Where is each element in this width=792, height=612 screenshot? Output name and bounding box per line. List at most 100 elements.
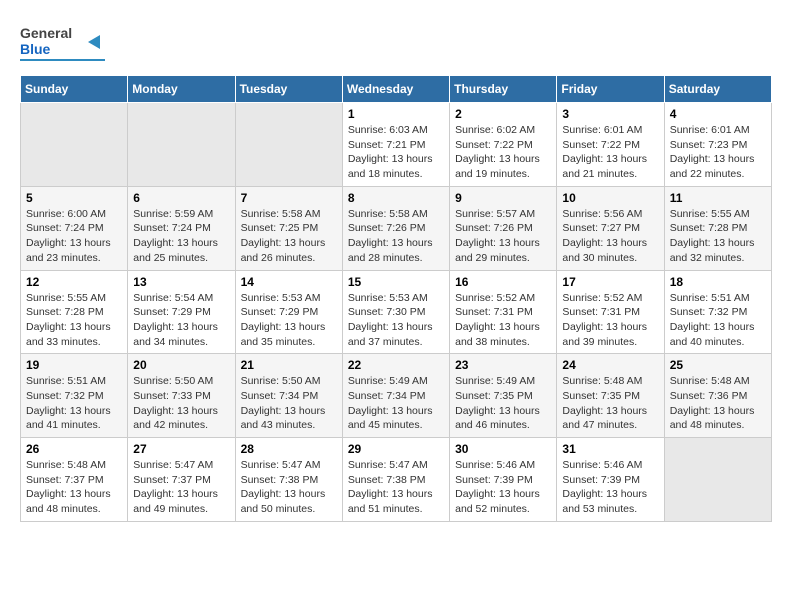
calendar-cell: 23 Sunrise: 5:49 AMSunset: 7:35 PMDayligh…: [450, 354, 557, 438]
day-header-saturday: Saturday: [664, 76, 771, 103]
day-number: 14: [241, 275, 337, 289]
day-info: Sunrise: 5:56 AMSunset: 7:27 PMDaylight:…: [562, 207, 658, 266]
calendar-cell: 29 Sunrise: 5:47 AMSunset: 7:38 PMDayligh…: [342, 438, 449, 522]
day-number: 22: [348, 358, 444, 372]
day-info: Sunrise: 5:50 AMSunset: 7:34 PMDaylight:…: [241, 374, 337, 433]
day-number: 24: [562, 358, 658, 372]
calendar-cell: 10 Sunrise: 5:56 AMSunset: 7:27 PMDayligh…: [557, 186, 664, 270]
day-number: 13: [133, 275, 229, 289]
calendar-cell: 28Sunrise: 5:47 AMSunset: 7:38 PMDayligh…: [235, 438, 342, 522]
calendar-body: 1 Sunrise: 6:03 AMSunset: 7:21 PMDaylight…: [21, 103, 772, 522]
day-info: Sunrise: 5:52 AMSunset: 7:31 PMDaylight:…: [455, 291, 551, 350]
day-number: 15: [348, 275, 444, 289]
week-row: 26Sunrise: 5:48 AMSunset: 7:37 PMDayligh…: [21, 438, 772, 522]
day-info: Sunrise: 6:03 AMSunset: 7:21 PMDaylight:…: [348, 123, 444, 182]
day-number: 20: [133, 358, 229, 372]
calendar-table: SundayMondayTuesdayWednesdayThursdayFrid…: [20, 75, 772, 522]
calendar-cell: 13 Sunrise: 5:54 AMSunset: 7:29 PMDayligh…: [128, 270, 235, 354]
calendar-cell: 9 Sunrise: 5:57 AMSunset: 7:26 PMDaylight…: [450, 186, 557, 270]
day-info: Sunrise: 5:53 AMSunset: 7:29 PMDaylight:…: [241, 291, 337, 350]
day-info: Sunrise: 5:46 AMSunset: 7:39 PMDaylight:…: [562, 458, 658, 517]
calendar-cell: 6 Sunrise: 5:59 AMSunset: 7:24 PMDaylight…: [128, 186, 235, 270]
calendar-cell: 31 Sunrise: 5:46 AMSunset: 7:39 PMDayligh…: [557, 438, 664, 522]
calendar-cell: 20 Sunrise: 5:50 AMSunset: 7:33 PMDayligh…: [128, 354, 235, 438]
calendar-cell: 8 Sunrise: 5:58 AMSunset: 7:26 PMDaylight…: [342, 186, 449, 270]
day-info: Sunrise: 6:00 AMSunset: 7:24 PMDaylight:…: [26, 207, 122, 266]
week-row: 1 Sunrise: 6:03 AMSunset: 7:21 PMDaylight…: [21, 103, 772, 187]
day-info: Sunrise: 5:49 AMSunset: 7:34 PMDaylight:…: [348, 374, 444, 433]
day-header-wednesday: Wednesday: [342, 76, 449, 103]
day-info: Sunrise: 5:57 AMSunset: 7:26 PMDaylight:…: [455, 207, 551, 266]
day-number: 4: [670, 107, 766, 121]
day-info: Sunrise: 5:53 AMSunset: 7:30 PMDaylight:…: [348, 291, 444, 350]
day-number: 31: [562, 442, 658, 456]
calendar-cell: 26Sunrise: 5:48 AMSunset: 7:37 PMDayligh…: [21, 438, 128, 522]
week-row: 12Sunrise: 5:55 AMSunset: 7:28 PMDayligh…: [21, 270, 772, 354]
day-info: Sunrise: 5:58 AMSunset: 7:26 PMDaylight:…: [348, 207, 444, 266]
day-info: Sunrise: 5:47 AMSunset: 7:37 PMDaylight:…: [133, 458, 229, 517]
day-number: 23: [455, 358, 551, 372]
day-number: 17: [562, 275, 658, 289]
calendar-cell: 18 Sunrise: 5:51 AMSunset: 7:32 PMDayligh…: [664, 270, 771, 354]
calendar-cell: 4 Sunrise: 6:01 AMSunset: 7:23 PMDaylight…: [664, 103, 771, 187]
calendar-cell: 19 Sunrise: 5:51 AMSunset: 7:32 PMDayligh…: [21, 354, 128, 438]
day-number: 7: [241, 191, 337, 205]
day-number: 1: [348, 107, 444, 121]
day-number: 16: [455, 275, 551, 289]
day-number: 25: [670, 358, 766, 372]
day-number: 5: [26, 191, 122, 205]
day-info: Sunrise: 6:01 AMSunset: 7:22 PMDaylight:…: [562, 123, 658, 182]
day-info: Sunrise: 5:55 AMSunset: 7:28 PMDaylight:…: [670, 207, 766, 266]
day-info: Sunrise: 5:58 AMSunset: 7:25 PMDaylight:…: [241, 207, 337, 266]
day-number: 3: [562, 107, 658, 121]
day-header-monday: Monday: [128, 76, 235, 103]
day-header-friday: Friday: [557, 76, 664, 103]
calendar-cell: 7 Sunrise: 5:58 AMSunset: 7:25 PMDaylight…: [235, 186, 342, 270]
day-header-sunday: Sunday: [21, 76, 128, 103]
svg-text:Blue: Blue: [20, 41, 51, 57]
day-number: 18: [670, 275, 766, 289]
day-info: Sunrise: 5:51 AMSunset: 7:32 PMDaylight:…: [670, 291, 766, 350]
day-info: Sunrise: 5:48 AMSunset: 7:37 PMDaylight:…: [26, 458, 122, 517]
calendar-cell: 30Sunrise: 5:46 AMSunset: 7:39 PMDayligh…: [450, 438, 557, 522]
calendar-header: SundayMondayTuesdayWednesdayThursdayFrid…: [21, 76, 772, 103]
calendar-cell: 3 Sunrise: 6:01 AMSunset: 7:22 PMDaylight…: [557, 103, 664, 187]
day-info: Sunrise: 5:46 AMSunset: 7:39 PMDaylight:…: [455, 458, 551, 517]
day-number: 28: [241, 442, 337, 456]
logo: General Blue: [20, 20, 110, 65]
header-row: SundayMondayTuesdayWednesdayThursdayFrid…: [21, 76, 772, 103]
day-info: Sunrise: 5:50 AMSunset: 7:33 PMDaylight:…: [133, 374, 229, 433]
calendar-cell: [664, 438, 771, 522]
page-header: General Blue: [20, 20, 772, 65]
day-info: Sunrise: 5:51 AMSunset: 7:32 PMDaylight:…: [26, 374, 122, 433]
day-number: 10: [562, 191, 658, 205]
day-info: Sunrise: 5:59 AMSunset: 7:24 PMDaylight:…: [133, 207, 229, 266]
calendar-cell: 11 Sunrise: 5:55 AMSunset: 7:28 PMDayligh…: [664, 186, 771, 270]
day-number: 27: [133, 442, 229, 456]
day-info: Sunrise: 6:01 AMSunset: 7:23 PMDaylight:…: [670, 123, 766, 182]
calendar-cell: 12Sunrise: 5:55 AMSunset: 7:28 PMDayligh…: [21, 270, 128, 354]
calendar-cell: 15 Sunrise: 5:53 AMSunset: 7:30 PMDayligh…: [342, 270, 449, 354]
calendar-cell: 2Sunrise: 6:02 AMSunset: 7:22 PMDaylight…: [450, 103, 557, 187]
day-info: Sunrise: 5:49 AMSunset: 7:35 PMDaylight:…: [455, 374, 551, 433]
calendar-cell: 5 Sunrise: 6:00 AMSunset: 7:24 PMDaylight…: [21, 186, 128, 270]
day-info: Sunrise: 5:48 AMSunset: 7:35 PMDaylight:…: [562, 374, 658, 433]
calendar-cell: 21 Sunrise: 5:50 AMSunset: 7:34 PMDayligh…: [235, 354, 342, 438]
day-info: Sunrise: 5:54 AMSunset: 7:29 PMDaylight:…: [133, 291, 229, 350]
day-number: 12: [26, 275, 122, 289]
day-number: 29: [348, 442, 444, 456]
day-number: 11: [670, 191, 766, 205]
day-info: Sunrise: 5:48 AMSunset: 7:36 PMDaylight:…: [670, 374, 766, 433]
logo-icon: General Blue: [20, 20, 110, 65]
day-info: Sunrise: 6:02 AMSunset: 7:22 PMDaylight:…: [455, 123, 551, 182]
day-header-thursday: Thursday: [450, 76, 557, 103]
day-number: 19: [26, 358, 122, 372]
day-number: 6: [133, 191, 229, 205]
day-number: 21: [241, 358, 337, 372]
day-number: 9: [455, 191, 551, 205]
day-info: Sunrise: 5:52 AMSunset: 7:31 PMDaylight:…: [562, 291, 658, 350]
day-header-tuesday: Tuesday: [235, 76, 342, 103]
day-info: Sunrise: 5:47 AMSunset: 7:38 PMDaylight:…: [348, 458, 444, 517]
day-number: 8: [348, 191, 444, 205]
calendar-cell: [128, 103, 235, 187]
